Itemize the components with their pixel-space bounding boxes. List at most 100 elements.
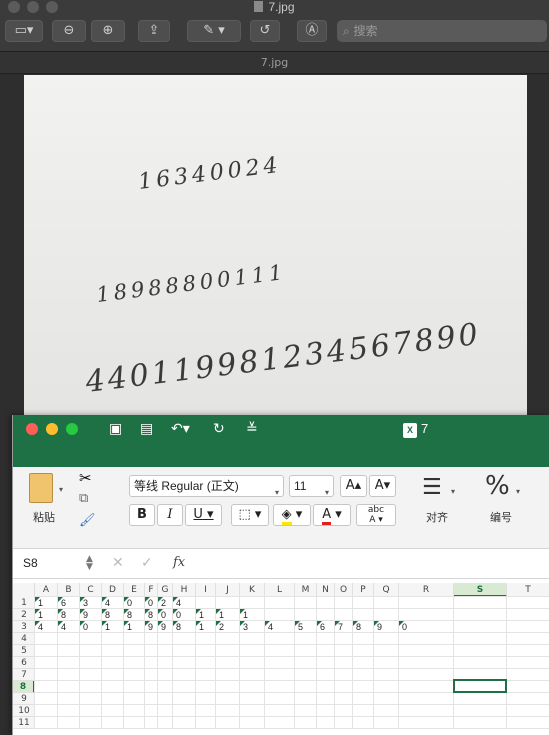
cell-p3[interactable]: 8 bbox=[353, 621, 374, 633]
cell-f1[interactable]: 0 bbox=[145, 597, 158, 609]
sidebar-toggle-button[interactable]: ▭▾ bbox=[5, 20, 43, 42]
cut-icon[interactable]: ✂ bbox=[79, 469, 92, 487]
preview-tab[interactable]: 7.jpg bbox=[0, 52, 549, 74]
column-header-h[interactable]: H bbox=[173, 583, 196, 597]
cell-h1[interactable]: 4 bbox=[173, 597, 196, 609]
column-header-m[interactable]: M bbox=[295, 583, 317, 597]
cell-c1[interactable]: 3 bbox=[80, 597, 102, 609]
excel-close-button[interactable] bbox=[26, 423, 38, 435]
active-cell-selection[interactable] bbox=[453, 679, 507, 693]
column-header-i[interactable]: I bbox=[196, 583, 216, 597]
cell-e3[interactable]: 1 bbox=[124, 621, 145, 633]
row-header-1[interactable]: 1 bbox=[13, 597, 35, 609]
decrease-font-size-button[interactable]: A▾ bbox=[369, 475, 396, 497]
row-header-9[interactable]: 9 bbox=[13, 693, 35, 705]
cell-k3[interactable]: 3 bbox=[240, 621, 265, 633]
select-all-corner[interactable] bbox=[13, 583, 35, 597]
format-painter-icon[interactable]: 🖌 bbox=[79, 513, 96, 528]
insert-function-icon[interactable]: fx bbox=[173, 555, 185, 570]
cell-c2[interactable]: 9 bbox=[80, 609, 102, 621]
cell-n3[interactable]: 6 bbox=[317, 621, 335, 633]
share-button[interactable]: ⇪ bbox=[138, 20, 170, 42]
column-header-f[interactable]: F bbox=[145, 583, 158, 597]
column-header-j[interactable]: J bbox=[216, 583, 240, 597]
column-header-t[interactable]: T bbox=[507, 583, 549, 597]
bold-button[interactable]: B bbox=[129, 504, 155, 526]
zoom-in-button[interactable]: ⊕ bbox=[91, 20, 125, 42]
column-header-n[interactable]: N bbox=[317, 583, 335, 597]
cell-h3[interactable]: 8 bbox=[173, 621, 196, 633]
paste-icon[interactable] bbox=[29, 473, 53, 503]
column-header-r[interactable]: R bbox=[399, 583, 454, 597]
rotate-button[interactable]: ↺ bbox=[250, 20, 280, 42]
cell-l3[interactable]: 4 bbox=[265, 621, 295, 633]
paste-dropdown-icon[interactable]: ▾ bbox=[59, 485, 63, 494]
font-size-select[interactable]: 11 ▾ bbox=[289, 475, 334, 497]
text-style-button[interactable]: abc A ▾ bbox=[356, 504, 396, 526]
confirm-icon[interactable]: ✓ bbox=[141, 555, 153, 571]
row-header-6[interactable]: 6 bbox=[13, 657, 35, 669]
cell-f2[interactable]: 8 bbox=[145, 609, 158, 621]
cell-j2[interactable]: 1 bbox=[216, 609, 240, 621]
excel-minimize-button[interactable] bbox=[46, 423, 58, 435]
cell-a2[interactable]: 1 bbox=[35, 609, 58, 621]
markup-button[interactable]: ✎ ▾ bbox=[187, 20, 241, 42]
font-name-select[interactable]: 等线 Regular (正文) ▾ bbox=[129, 475, 284, 497]
increase-font-size-button[interactable]: A▴ bbox=[340, 475, 367, 497]
cell-b3[interactable]: 4 bbox=[58, 621, 80, 633]
column-header-s[interactable]: S bbox=[454, 583, 507, 597]
cell-c3[interactable]: 0 bbox=[80, 621, 102, 633]
customize-toolbar-icon[interactable]: ≚ bbox=[246, 421, 258, 437]
name-box-stepper-icon[interactable]: ▲ ▼ bbox=[86, 555, 93, 572]
cell-a1[interactable]: 1 bbox=[35, 597, 58, 609]
column-header-e[interactable]: E bbox=[124, 583, 145, 597]
copy-icon[interactable]: ⧉ bbox=[79, 491, 88, 506]
borders-button[interactable]: ⬚ ▾ bbox=[231, 504, 269, 526]
row-header-4[interactable]: 4 bbox=[13, 633, 35, 645]
cell-d2[interactable]: 8 bbox=[102, 609, 124, 621]
column-header-k[interactable]: K bbox=[240, 583, 265, 597]
annotate-button[interactable]: Ⓐ bbox=[297, 20, 327, 42]
zoom-out-button[interactable]: ⊖ bbox=[52, 20, 86, 42]
column-header-q[interactable]: Q bbox=[374, 583, 399, 597]
sidebar-icon[interactable]: ▣ bbox=[109, 421, 122, 437]
fill-color-button[interactable]: ◈ ▾ bbox=[273, 504, 311, 526]
column-header-a[interactable]: A bbox=[35, 583, 58, 597]
row-header-7[interactable]: 7 bbox=[13, 669, 35, 681]
italic-button[interactable]: I bbox=[157, 504, 183, 526]
cell-d1[interactable]: 4 bbox=[102, 597, 124, 609]
column-header-o[interactable]: O bbox=[335, 583, 353, 597]
column-header-b[interactable]: B bbox=[58, 583, 80, 597]
cell-g2[interactable]: 0 bbox=[158, 609, 173, 621]
cell-i3[interactable]: 1 bbox=[196, 621, 216, 633]
row-header-11[interactable]: 11 bbox=[13, 717, 35, 729]
row-header-2[interactable]: 2 bbox=[13, 609, 35, 621]
cell-m3[interactable]: 5 bbox=[295, 621, 317, 633]
cell-k2[interactable]: 1 bbox=[240, 609, 265, 621]
underline-button[interactable]: U ▾ bbox=[185, 504, 222, 526]
font-color-button[interactable]: A ▾ bbox=[313, 504, 351, 526]
column-header-c[interactable]: C bbox=[80, 583, 102, 597]
cell-e2[interactable]: 8 bbox=[124, 609, 145, 621]
column-header-l[interactable]: L bbox=[265, 583, 295, 597]
row-header-5[interactable]: 5 bbox=[13, 645, 35, 657]
cell-d3[interactable]: 1 bbox=[102, 621, 124, 633]
cell-r3[interactable]: 0 bbox=[399, 621, 454, 633]
column-header-g[interactable]: G bbox=[158, 583, 173, 597]
number-format-icon[interactable]: % bbox=[485, 471, 510, 501]
row-header-3[interactable]: 3 bbox=[13, 621, 35, 633]
cell-h2[interactable]: 0 bbox=[173, 609, 196, 621]
align-icon[interactable]: ☰ bbox=[422, 475, 442, 500]
spreadsheet-grid[interactable]: ABCDEFGHIJKLMNOPQRST 1 2 3 4 5 6 7 8 9 10 11 16340… bbox=[13, 579, 549, 735]
excel-zoom-button[interactable] bbox=[66, 423, 78, 435]
save-icon[interactable]: ▤ bbox=[140, 421, 153, 437]
cancel-icon[interactable]: ✕ bbox=[112, 555, 124, 571]
cell-g3[interactable]: 9 bbox=[158, 621, 173, 633]
cell-b2[interactable]: 8 bbox=[58, 609, 80, 621]
cell-j3[interactable]: 2 bbox=[216, 621, 240, 633]
row-header-10[interactable]: 10 bbox=[13, 705, 35, 717]
row-header-8[interactable]: 8 bbox=[13, 681, 35, 693]
cell-i2[interactable]: 1 bbox=[196, 609, 216, 621]
cell-o3[interactable]: 7 bbox=[335, 621, 353, 633]
search-input[interactable]: ⌕ 搜索 bbox=[337, 20, 547, 42]
